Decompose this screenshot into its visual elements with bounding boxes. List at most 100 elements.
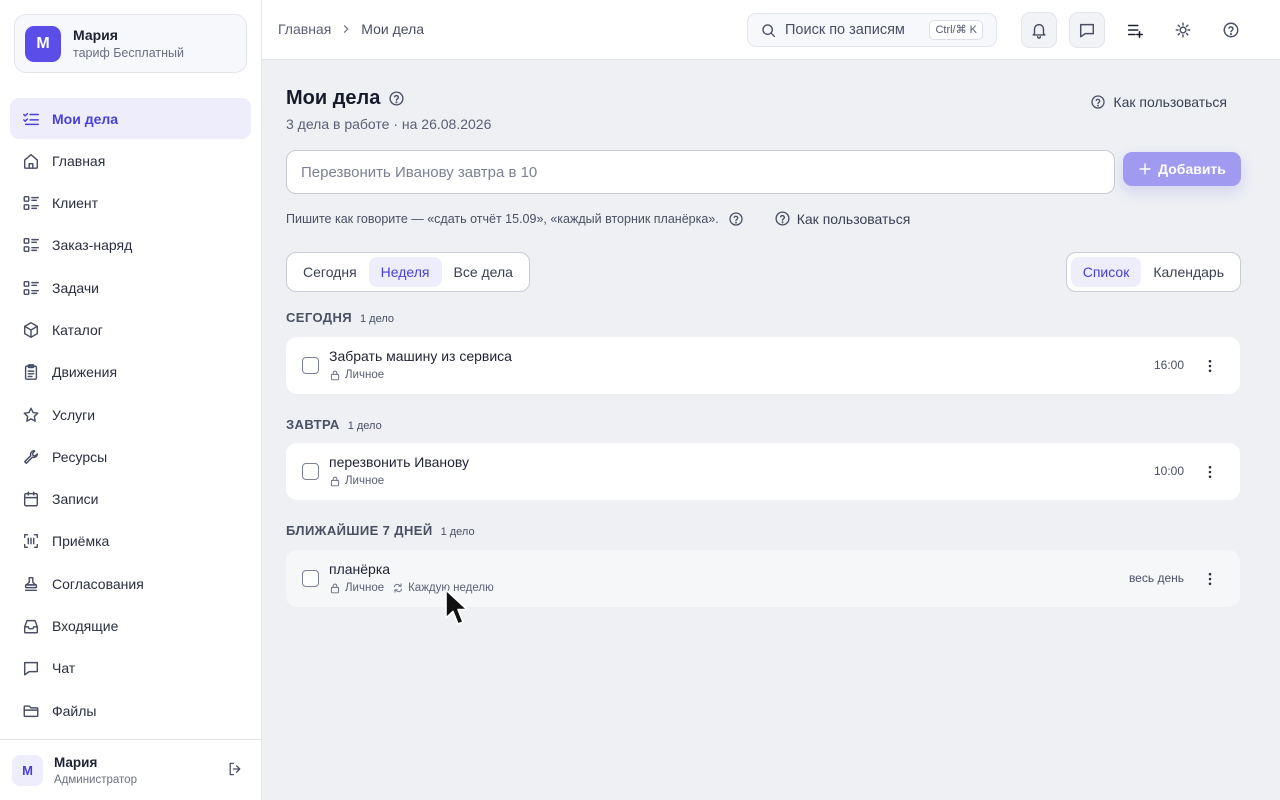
task-menu-button[interactable] xyxy=(1200,569,1220,589)
sidebar-item-inbox[interactable]: Входящие xyxy=(10,606,251,647)
org-plan: тариф Бесплатный xyxy=(73,46,184,60)
topbar: Главная Мои дела Поиск по записям Ctrl/⌘… xyxy=(262,0,1280,60)
task-title: планёрка xyxy=(329,561,391,577)
theme-toggle-button[interactable] xyxy=(1165,12,1201,48)
group-count: 1 дело xyxy=(360,313,395,325)
sidebar-item-label: Задачи xyxy=(52,279,100,296)
how-to-use-inline-link[interactable]: Как пользоваться xyxy=(774,210,911,227)
sidebar-item-services[interactable]: Услуги xyxy=(10,394,251,435)
help-button[interactable] xyxy=(1213,12,1249,48)
breadcrumb: Главная Мои дела xyxy=(278,21,424,37)
task-menu-button[interactable] xyxy=(1200,462,1220,482)
search-placeholder: Поиск по записям xyxy=(785,22,905,38)
help-circle-icon xyxy=(1091,95,1106,109)
task-time: весь день xyxy=(1128,571,1184,585)
sidebar-item-label: Заказ-наряд xyxy=(52,237,133,254)
group-title: СЕГОДНЯ xyxy=(286,310,352,325)
lock-icon xyxy=(330,370,340,381)
group-header-today: СЕГОДНЯ 1 дело xyxy=(286,310,394,325)
task-time: 16:00 xyxy=(1153,358,1184,372)
group-title: ЗАВТРА xyxy=(286,417,340,432)
view-switcher: Список Календарь xyxy=(1065,252,1241,292)
sidebar-item-tasks[interactable]: Задачи xyxy=(10,267,251,308)
sidebar-item-my-tasks[interactable]: Мои дела xyxy=(10,98,251,139)
sidebar-item-client[interactable]: Клиент xyxy=(10,183,251,224)
wrench-icon xyxy=(23,449,39,464)
mouse-cursor-icon xyxy=(445,589,468,625)
search-icon xyxy=(762,23,776,37)
how-to-use-label: Как пользоваться xyxy=(1113,94,1227,110)
inbox-icon xyxy=(23,619,39,634)
sidebar-item-label: Клиент xyxy=(52,195,99,212)
sidebar-item-label: Услуги xyxy=(52,406,96,423)
task-tag: Личное xyxy=(329,475,384,487)
sun-icon xyxy=(1175,22,1191,38)
quick-task-input[interactable] xyxy=(286,150,1115,194)
sidebar-item-resources[interactable]: Ресурсы xyxy=(10,436,251,477)
sidebar-item-movements[interactable]: Движения xyxy=(10,352,251,393)
sidebar-item-catalog[interactable]: Каталог xyxy=(10,309,251,350)
task-checkbox[interactable] xyxy=(302,463,319,480)
messages-button[interactable] xyxy=(1069,12,1105,48)
org-switcher[interactable]: М Мария тариф Бесплатный xyxy=(14,14,247,73)
notifications-button[interactable] xyxy=(1021,12,1057,48)
search-shortcut: Ctrl/⌘ K xyxy=(929,20,983,40)
sidebar-item-label: Записи xyxy=(52,491,99,508)
task-row[interactable]: Забрать машину из сервиса Личное 16:00 xyxy=(286,337,1240,394)
task-tag-label: Личное xyxy=(345,475,385,487)
sidebar-item-approvals[interactable]: Согласования xyxy=(10,563,251,604)
home-icon xyxy=(23,153,39,169)
view-calendar-tab[interactable]: Календарь xyxy=(1141,257,1236,287)
sidebar-item-work-order[interactable]: Заказ-наряд xyxy=(10,225,251,266)
breadcrumb-home-link[interactable]: Главная xyxy=(278,21,331,37)
org-name: Мария xyxy=(73,27,118,43)
sidebar-item-reception[interactable]: Приёмка xyxy=(10,521,251,562)
view-list-tab[interactable]: Список xyxy=(1070,257,1142,287)
filter-all-tab[interactable]: Все дела xyxy=(442,257,525,287)
task-tag-label: Личное xyxy=(345,369,385,381)
list-icon xyxy=(23,196,39,211)
clipboard-icon xyxy=(24,364,38,381)
filter-today-tab[interactable]: Сегодня xyxy=(291,257,369,287)
list-add-icon xyxy=(1127,24,1144,39)
group-count: 1 дело xyxy=(347,420,382,432)
sidebar-item-chat[interactable]: Чат xyxy=(10,648,251,689)
input-hint: Пишите как говорите — «сдать отчёт 15.09… xyxy=(286,211,719,226)
period-filter: Сегодня Неделя Все дела xyxy=(286,252,530,292)
sidebar-item-files[interactable]: Файлы xyxy=(10,690,251,731)
hint-help-button[interactable] xyxy=(728,211,744,227)
title-help-button[interactable] xyxy=(388,90,405,107)
checklist-icon xyxy=(23,112,39,125)
main-content: Мои дела 3 дела в работе · на 26.08.2026… xyxy=(262,60,1280,800)
user-role: Администратор xyxy=(54,773,137,786)
add-button[interactable]: Добавить xyxy=(1123,152,1241,186)
more-vertical-icon xyxy=(1208,359,1212,373)
task-row[interactable]: перезвонить Иванову Личное 10:00 xyxy=(286,443,1240,500)
task-title: перезвонить Иванову xyxy=(329,454,470,470)
repeat-icon xyxy=(394,583,403,593)
avatar: М xyxy=(12,754,43,786)
filter-week-tab[interactable]: Неделя xyxy=(368,257,442,287)
user-panel: М Мария Администратор xyxy=(0,739,261,800)
help-circle-icon xyxy=(729,211,743,226)
task-row[interactable]: планёрка Личное Каждую неделю весь день xyxy=(286,550,1240,607)
add-button-label: Добавить xyxy=(1158,161,1226,177)
group-header-tomorrow: ЗАВТРА 1 дело xyxy=(286,417,382,432)
sidebar-item-home[interactable]: Главная xyxy=(10,140,251,181)
sidebar-item-label: Чат xyxy=(52,660,76,677)
page-subtitle: 3 дела в работе · на 26.08.2026 xyxy=(286,116,492,132)
search-input[interactable]: Поиск по записям Ctrl/⌘ K xyxy=(747,13,997,47)
more-vertical-icon xyxy=(1208,572,1212,586)
task-checkbox[interactable] xyxy=(302,357,319,374)
sidebar-item-label: Каталог xyxy=(52,321,103,338)
logout-button[interactable] xyxy=(227,761,243,777)
list-icon xyxy=(23,280,39,295)
sidebar-item-label: Ресурсы xyxy=(52,448,108,465)
sidebar-item-appointments[interactable]: Записи xyxy=(10,479,251,520)
task-menu-button[interactable] xyxy=(1200,356,1220,376)
how-to-use-inline-label: Как пользоваться xyxy=(796,210,911,227)
how-to-use-link[interactable]: Как пользоваться xyxy=(1090,94,1227,110)
task-checkbox[interactable] xyxy=(302,570,319,587)
list-icon xyxy=(23,238,39,253)
add-task-button[interactable] xyxy=(1117,12,1153,48)
